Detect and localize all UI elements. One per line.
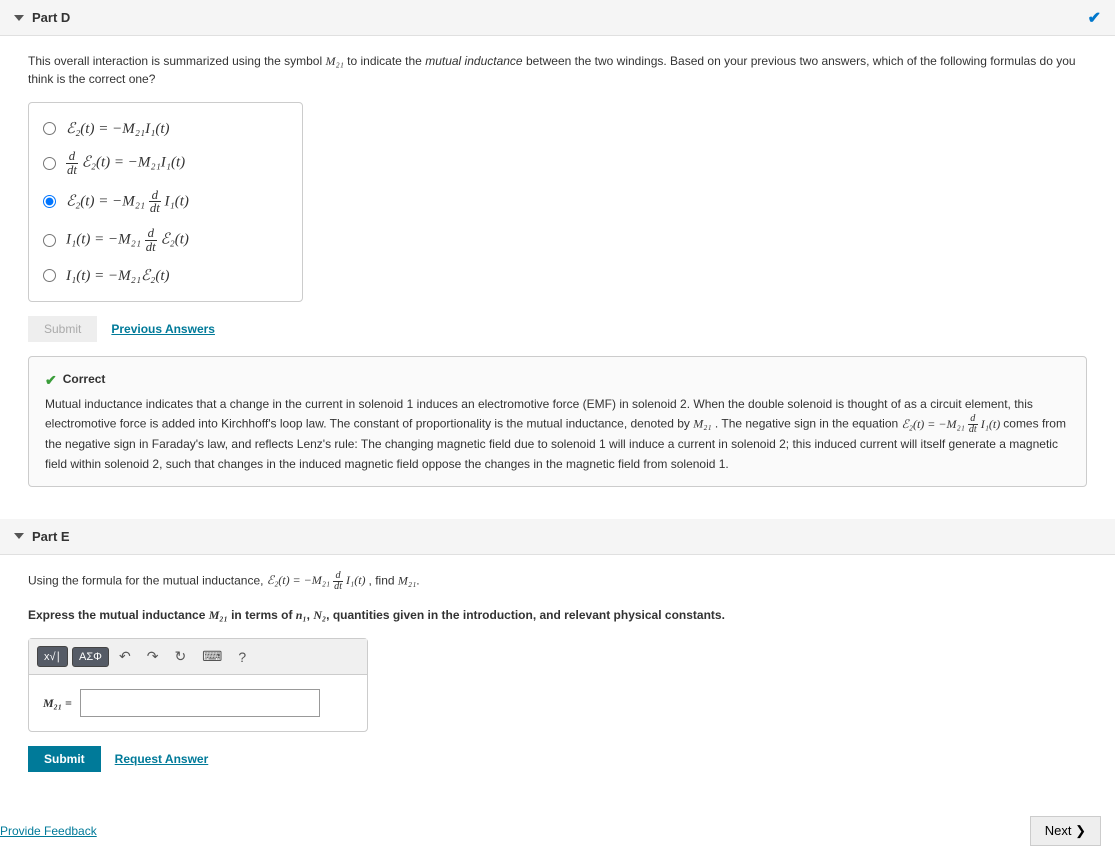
check-icon: ✔ bbox=[1088, 8, 1101, 28]
previous-answers-link[interactable]: Previous Answers bbox=[111, 322, 215, 336]
radio[interactable] bbox=[43, 122, 56, 135]
option-3[interactable]: ℰ₂(t) = −M₂₁ ddt I₁(t) bbox=[43, 183, 288, 222]
part-e-express: Express the mutual inductance M₂₁ in ter… bbox=[28, 606, 1087, 624]
option-1[interactable]: ℰ₂(t) = −M₂₁I₁(t) bbox=[43, 113, 288, 144]
math-symbol: M₂₁ bbox=[325, 54, 343, 68]
keyboard-icon[interactable]: ⌨ bbox=[196, 645, 228, 668]
submit-button[interactable]: Submit bbox=[28, 746, 101, 772]
part-e-prompt: Using the formula for the mutual inducta… bbox=[28, 571, 1087, 592]
feedback-text: Mutual inductance indicates that a chang… bbox=[45, 395, 1070, 474]
request-answer-link[interactable]: Request Answer bbox=[115, 752, 209, 766]
radio[interactable] bbox=[43, 269, 56, 282]
radio[interactable] bbox=[43, 195, 56, 208]
radio[interactable] bbox=[43, 234, 56, 247]
option-label: ℰ₂(t) = −M₂₁I₁(t) bbox=[66, 119, 170, 138]
part-d-buttons: Submit Previous Answers bbox=[28, 316, 1087, 342]
option-2[interactable]: ddt ℰ₂(t) = −M₂₁I₁(t) bbox=[43, 144, 288, 183]
emphasis: mutual inductance bbox=[425, 54, 522, 68]
part-e-body: Using the formula for the mutual inducta… bbox=[0, 555, 1115, 810]
feedback-title-text: Correct bbox=[63, 370, 106, 389]
footer: Provide Feedback Next ❯ bbox=[0, 810, 1115, 850]
feedback-title: ✔ Correct bbox=[45, 369, 1070, 391]
reset-icon[interactable]: ↻ bbox=[168, 645, 192, 668]
next-button[interactable]: Next ❯ bbox=[1030, 816, 1101, 846]
part-e-title: Part E bbox=[32, 529, 70, 544]
feedback-box: ✔ Correct Mutual inductance indicates th… bbox=[28, 356, 1087, 487]
undo-icon[interactable]: ↶ bbox=[113, 645, 137, 668]
option-label: ℰ₂(t) = −M₂₁ ddt I₁(t) bbox=[66, 189, 189, 216]
provide-feedback-link[interactable]: Provide Feedback bbox=[0, 824, 97, 838]
radio[interactable] bbox=[43, 157, 56, 170]
option-label: I₁(t) = −M₂₁ℰ₂(t) bbox=[66, 266, 170, 285]
toolbar-greek-button[interactable]: ΑΣΦ bbox=[72, 647, 109, 667]
toolbar-templates-button[interactable]: x√∣ bbox=[37, 646, 68, 667]
help-icon[interactable]: ? bbox=[232, 646, 252, 668]
option-label: I₁(t) = −M₂₁ ddt ℰ₂(t) bbox=[66, 227, 189, 254]
part-d-title: Part D bbox=[32, 10, 70, 25]
option-4[interactable]: I₁(t) = −M₂₁ ddt ℰ₂(t) bbox=[43, 221, 288, 260]
part-d-header[interactable]: Part D ✔ bbox=[0, 0, 1115, 36]
text: This overall interaction is summarized u… bbox=[28, 54, 325, 68]
part-e-header[interactable]: Part E bbox=[0, 519, 1115, 555]
part-d-prompt: This overall interaction is summarized u… bbox=[28, 52, 1087, 88]
submit-button-disabled: Submit bbox=[28, 316, 97, 342]
options-box: ℰ₂(t) = −M₂₁I₁(t) ddt ℰ₂(t) = −M₂₁I₁(t) … bbox=[28, 102, 303, 302]
option-5[interactable]: I₁(t) = −M₂₁ℰ₂(t) bbox=[43, 260, 288, 291]
answer-area: x√∣ ΑΣΦ ↶ ↷ ↻ ⌨ ? M₂₁ = bbox=[28, 638, 368, 732]
check-icon: ✔ bbox=[45, 369, 57, 391]
text: to indicate the bbox=[347, 54, 425, 68]
answer-label: M₂₁ = bbox=[43, 696, 72, 711]
answer-input[interactable] bbox=[80, 689, 320, 717]
caret-down-icon bbox=[14, 15, 24, 21]
answer-row: M₂₁ = bbox=[29, 675, 367, 717]
part-e-buttons: Submit Request Answer bbox=[28, 746, 1087, 772]
answer-toolbar: x√∣ ΑΣΦ ↶ ↷ ↻ ⌨ ? bbox=[29, 639, 367, 675]
part-d-body: This overall interaction is summarized u… bbox=[0, 36, 1115, 511]
option-label: ddt ℰ₂(t) = −M₂₁I₁(t) bbox=[66, 150, 185, 177]
caret-down-icon bbox=[14, 533, 24, 539]
redo-icon[interactable]: ↷ bbox=[141, 645, 165, 668]
